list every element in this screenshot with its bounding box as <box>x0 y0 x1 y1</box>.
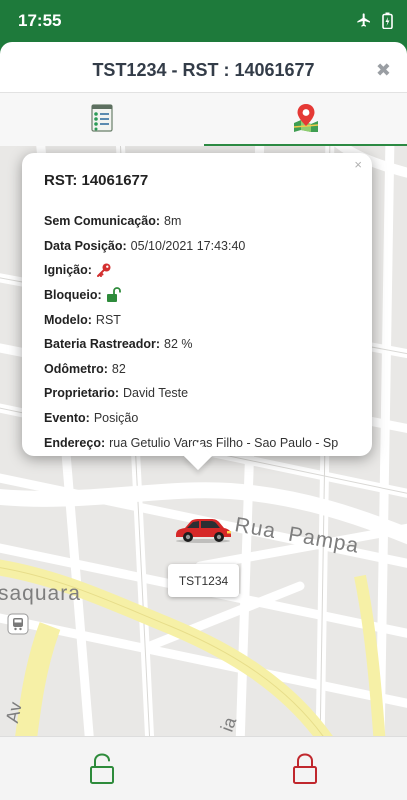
info-value: Posição <box>93 411 139 426</box>
vehicle-info-popup: × RST: 14061677 Sem Comunicação: 8m Data… <box>22 153 372 456</box>
battery-charging-icon <box>382 12 393 29</box>
sheet-header: TST1234 - RST : 14061677 ✖ <box>0 42 407 90</box>
street-label-saquara: saquara <box>0 582 81 605</box>
close-button[interactable]: ✖ <box>376 60 391 81</box>
checklist-icon <box>90 103 113 137</box>
info-value: David Teste <box>123 386 189 401</box>
info-row-ignicao: Ignição: <box>44 258 364 283</box>
info-label: Bloqueio: <box>44 288 102 303</box>
ignition-key-icon <box>96 262 112 278</box>
info-label: Endereço: <box>44 435 106 450</box>
info-value: 8m <box>164 214 182 229</box>
tab-bar <box>0 92 407 147</box>
status-icons <box>356 12 393 29</box>
airplane-mode-icon <box>356 12 372 29</box>
info-label: Proprietario: <box>44 386 120 401</box>
info-label: Evento: <box>44 411 90 426</box>
info-label: Bateria Rastreador: <box>44 337 161 352</box>
unlock-button[interactable] <box>82 751 122 791</box>
lock-button[interactable] <box>285 751 325 791</box>
unlock-padlock-icon <box>89 752 115 790</box>
info-label: Odômetro: <box>44 361 108 376</box>
info-value: 05/10/2021 17:43:40 <box>130 238 246 253</box>
info-row-odometro: Odômetro: 82 <box>44 357 364 382</box>
tab-map[interactable] <box>204 93 407 147</box>
info-label: Sem Comunicação: <box>44 214 161 229</box>
info-label: Ignição: <box>44 263 92 278</box>
tab-details[interactable] <box>0 93 203 147</box>
info-row-sem-comunicacao: Sem Comunicação: 8m <box>44 209 364 234</box>
vehicle-plate-label: TST1234 <box>168 564 239 597</box>
popup-title: RST: 14061677 <box>44 172 149 189</box>
bottom-action-bar <box>0 736 407 800</box>
map-view[interactable]: Rua Pampa saquara Av ia × RST: 14061677 … <box>0 146 407 736</box>
map-pin-icon <box>292 103 320 138</box>
info-label: Data Posição: <box>44 238 127 253</box>
info-row-modelo: Modelo: RST <box>44 307 364 332</box>
popup-details: Sem Comunicação: 8m Data Posição: 05/10/… <box>44 209 364 455</box>
info-value: 82 % <box>164 337 193 352</box>
status-bar: 17:55 <box>0 0 407 42</box>
popup-close-button[interactable]: × <box>354 157 362 172</box>
info-value: 82 <box>111 361 126 376</box>
info-row-bloqueio: Bloqueio: <box>44 283 364 308</box>
info-row-evento: Evento: Posição <box>44 406 364 431</box>
street-label-av: Av <box>1 700 26 725</box>
lock-padlock-icon <box>292 752 318 790</box>
status-time: 17:55 <box>18 11 62 30</box>
info-value: rua Getulio Vargas Filho - Sao Paulo - S… <box>109 435 339 450</box>
info-row-endereco: Endereço: rua Getulio Vargas Filho - Sao… <box>44 430 364 455</box>
vehicle-marker-car-icon[interactable] <box>173 517 233 543</box>
info-row-proprietario: Proprietario: David Teste <box>44 381 364 406</box>
info-row-data-posicao: Data Posição: 05/10/2021 17:43:40 <box>44 234 364 259</box>
page-title: TST1234 - RST : 14061677 <box>92 60 315 80</box>
info-row-bateria: Bateria Rastreador: 82 % <box>44 332 364 357</box>
bottom-sheet: TST1234 - RST : 14061677 ✖ Rua Pampa saq… <box>0 42 407 800</box>
info-value: RST <box>95 312 121 327</box>
info-label: Modelo: <box>44 312 92 327</box>
unlocked-padlock-icon <box>106 287 121 303</box>
